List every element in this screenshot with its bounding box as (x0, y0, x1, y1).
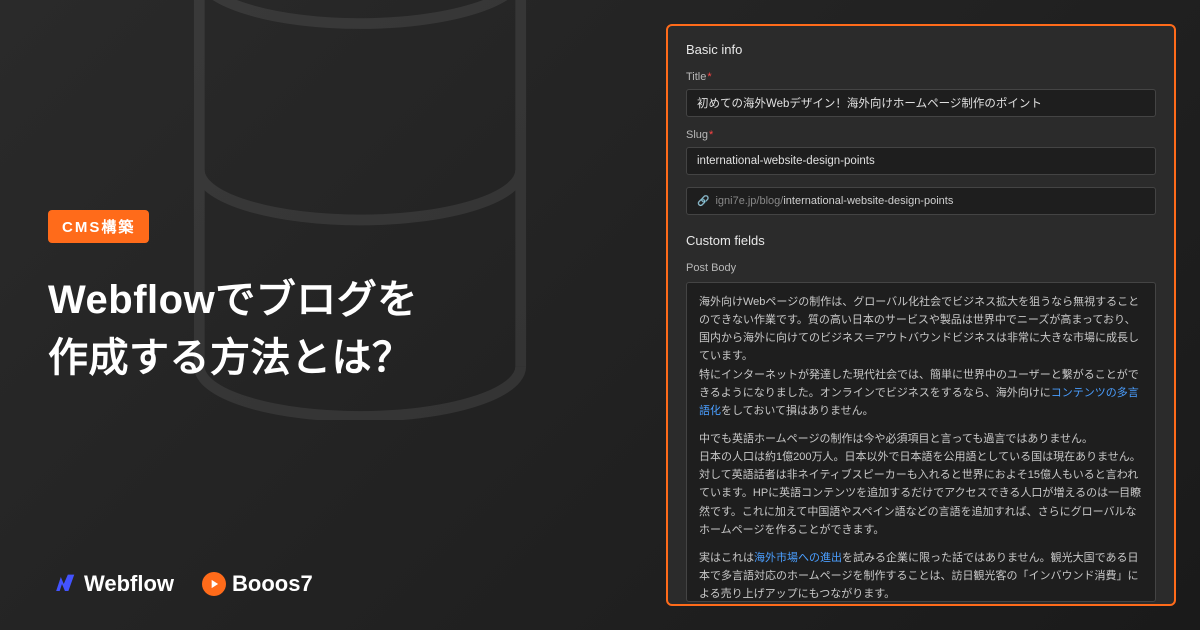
category-tag: CMS構築 (48, 210, 149, 243)
post-body-editor[interactable]: 海外向けWebページの制作は、グローバル化社会でビジネス拡大を狙うなら無視するこ… (686, 282, 1156, 602)
booos-text: Booos7 (232, 571, 313, 597)
webflow-text: Webflow (84, 571, 174, 597)
headline: Webflowでブログを 作成する方法とは？ (48, 271, 418, 387)
hero-content: CMS構築 Webflowでブログを 作成する方法とは？ (48, 210, 418, 387)
title-input[interactable] (686, 89, 1156, 117)
webflow-icon (48, 570, 76, 598)
headline-line1: Webflowでブログを (48, 271, 418, 329)
title-label: Title* (686, 71, 1156, 83)
url-preview: 🔗 igni7e.jp/blog/international-website-d… (686, 187, 1156, 215)
content-link[interactable]: 海外市場への進出 (754, 552, 842, 564)
webflow-logo: Webflow (48, 570, 174, 598)
booos-logo: Booos7 (202, 571, 313, 597)
link-icon: 🔗 (697, 196, 709, 207)
booos-icon (202, 572, 226, 596)
basic-info-heading: Basic info (686, 42, 1156, 57)
cms-editor-panel: Basic info Title* Slug* 🔗 igni7e.jp/blog… (666, 24, 1176, 606)
slug-label: Slug* (686, 129, 1156, 141)
post-body-label: Post Body (686, 262, 1156, 274)
headline-line2: 作成する方法とは？ (48, 329, 418, 387)
custom-fields-heading: Custom fields (686, 233, 1156, 248)
slug-input[interactable] (686, 147, 1156, 175)
logo-row: Webflow Booos7 (48, 570, 313, 598)
